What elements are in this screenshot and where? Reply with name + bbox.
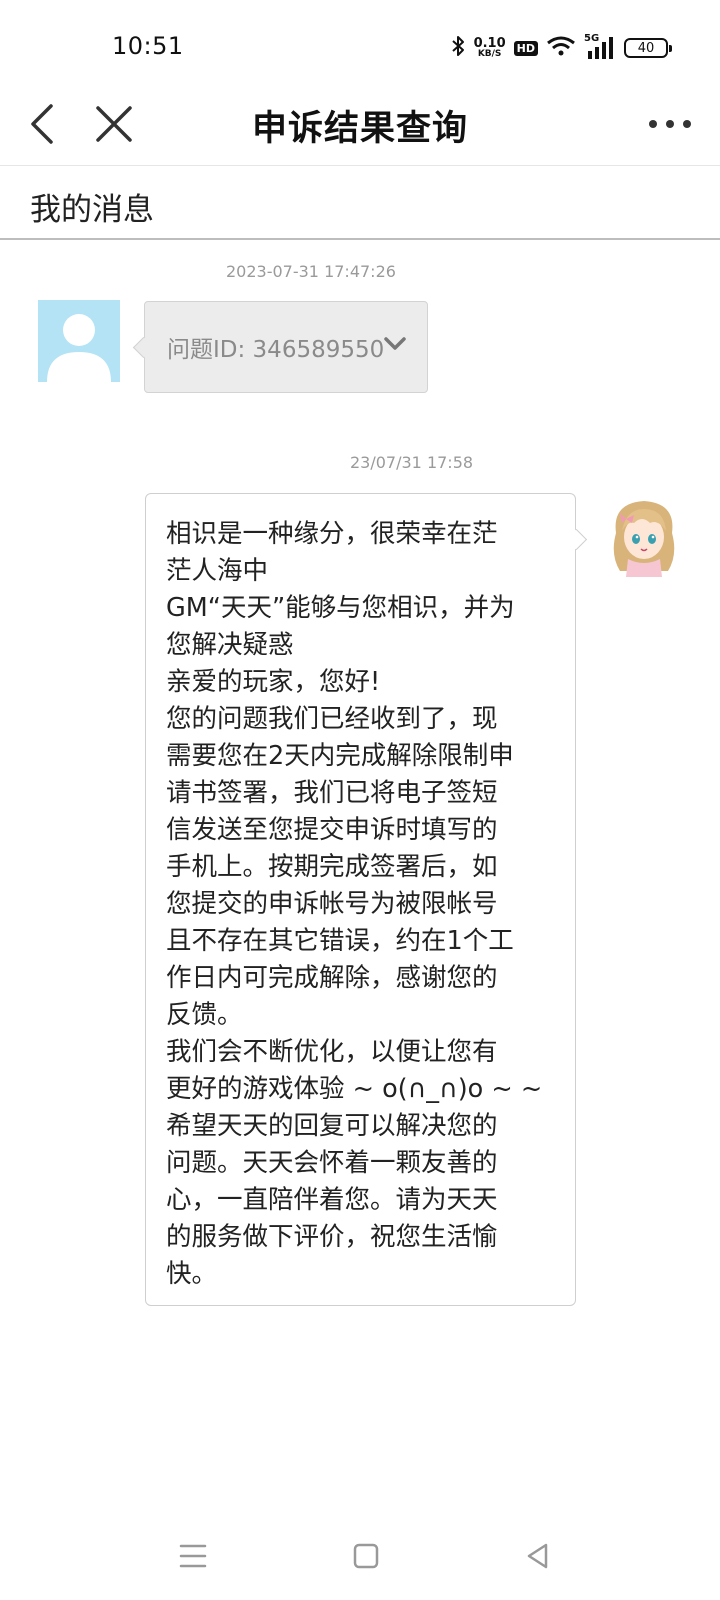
- message-line: 反馈。: [166, 1000, 243, 1030]
- message-line: 您提交的申诉帐号为被限帐号: [166, 889, 498, 919]
- message-line: 且不存在其它错误，约在1个工: [166, 926, 514, 956]
- message-line: 亲爱的玩家，您好!: [166, 667, 381, 697]
- hd-badge: HD: [513, 40, 538, 56]
- message-line: 相识是一种缘分，很荣幸在茫: [166, 519, 498, 549]
- signal-icon: 5G: [584, 33, 616, 61]
- message-line: 快。: [166, 1259, 218, 1289]
- section-title: 我的消息: [30, 192, 154, 228]
- status-icons: 0.10 KB/S HD 5G 40: [450, 33, 672, 62]
- message-line: 问题。天天会怀着一颗友善的: [166, 1148, 498, 1178]
- message-line: 手机上。按期完成签署后，如: [166, 852, 498, 882]
- home-icon: [353, 1543, 379, 1569]
- back-triangle-icon: [527, 1543, 548, 1569]
- more-button[interactable]: [638, 96, 702, 152]
- battery-icon: 40: [624, 38, 672, 58]
- issue-id-text: 问题ID: 346589550: [167, 337, 385, 363]
- message-line: 需要您在2天内完成解除限制申: [166, 741, 514, 771]
- message-line: 信发送至您提交申诉时填写的: [166, 815, 498, 845]
- wifi-icon: [546, 35, 576, 61]
- message-text: 相识是一种缘分，很荣幸在茫 茫人海中 GM“天天”能够与您相识，并为 您解决疑惑亲爱的…: [166, 516, 557, 1293]
- issue-id-bubble[interactable]: 问题ID: 346589550: [144, 301, 428, 393]
- message-line: 的服务做下评价，祝您生活愉: [166, 1222, 498, 1252]
- bluetooth-icon: [450, 34, 466, 62]
- status-time: 10:51: [112, 32, 184, 60]
- nav-bar: 申诉结果查询: [0, 80, 720, 166]
- system-nav-bar: [0, 1520, 720, 1600]
- status-bar: 10:51 0.10 KB/S HD 5G 40: [0, 0, 720, 92]
- gm-avatar: [602, 493, 686, 577]
- recent-apps-button[interactable]: [165, 1528, 221, 1584]
- message-line: 请书签署，我们已将电子签短: [166, 778, 498, 808]
- net-speed-unit: KB/S: [477, 49, 502, 59]
- avatar: [38, 300, 120, 382]
- net-speed: 0.10 KB/S: [474, 37, 506, 59]
- page-title: 申诉结果查询: [251, 109, 468, 149]
- message-timestamp: 2023-07-31 17:47:26: [226, 262, 396, 281]
- menu-icon: [179, 1544, 207, 1568]
- message-line: 我们会不断优化，以便让您有: [166, 1037, 498, 1067]
- message-line: GM“天天”能够与您相识，并为: [166, 593, 515, 623]
- section-header: 我的消息: [0, 166, 720, 240]
- message-line: 您的问题我们已经收到了，现: [166, 704, 498, 734]
- message-line: 心，一直陪伴着您。请为天天: [166, 1185, 498, 1215]
- system-back-button[interactable]: [510, 1528, 566, 1584]
- message-line: 您解决疑惑: [166, 630, 294, 660]
- default-avatar-icon: [47, 314, 111, 382]
- message-line: 茫人海中: [166, 556, 269, 586]
- battery-level: 40: [637, 40, 655, 56]
- message-timestamp: 23/07/31 17:58: [350, 453, 474, 472]
- message-line: 希望天天的回复可以解决您的: [166, 1111, 498, 1141]
- more-icon: [649, 120, 691, 128]
- chevron-down-icon: [383, 336, 407, 356]
- home-button[interactable]: [338, 1528, 394, 1584]
- message-line: 作日内可完成解除，感谢您的: [166, 963, 498, 993]
- message-line: 更好的游戏体验 ~ o(∩_∩)o ~ ~: [166, 1074, 543, 1104]
- anime-girl-avatar-icon: [602, 493, 686, 577]
- message-bubble: 相识是一种缘分，很荣幸在茫 茫人海中 GM“天天”能够与您相识，并为 您解决疑惑亲爱的…: [145, 493, 576, 1306]
